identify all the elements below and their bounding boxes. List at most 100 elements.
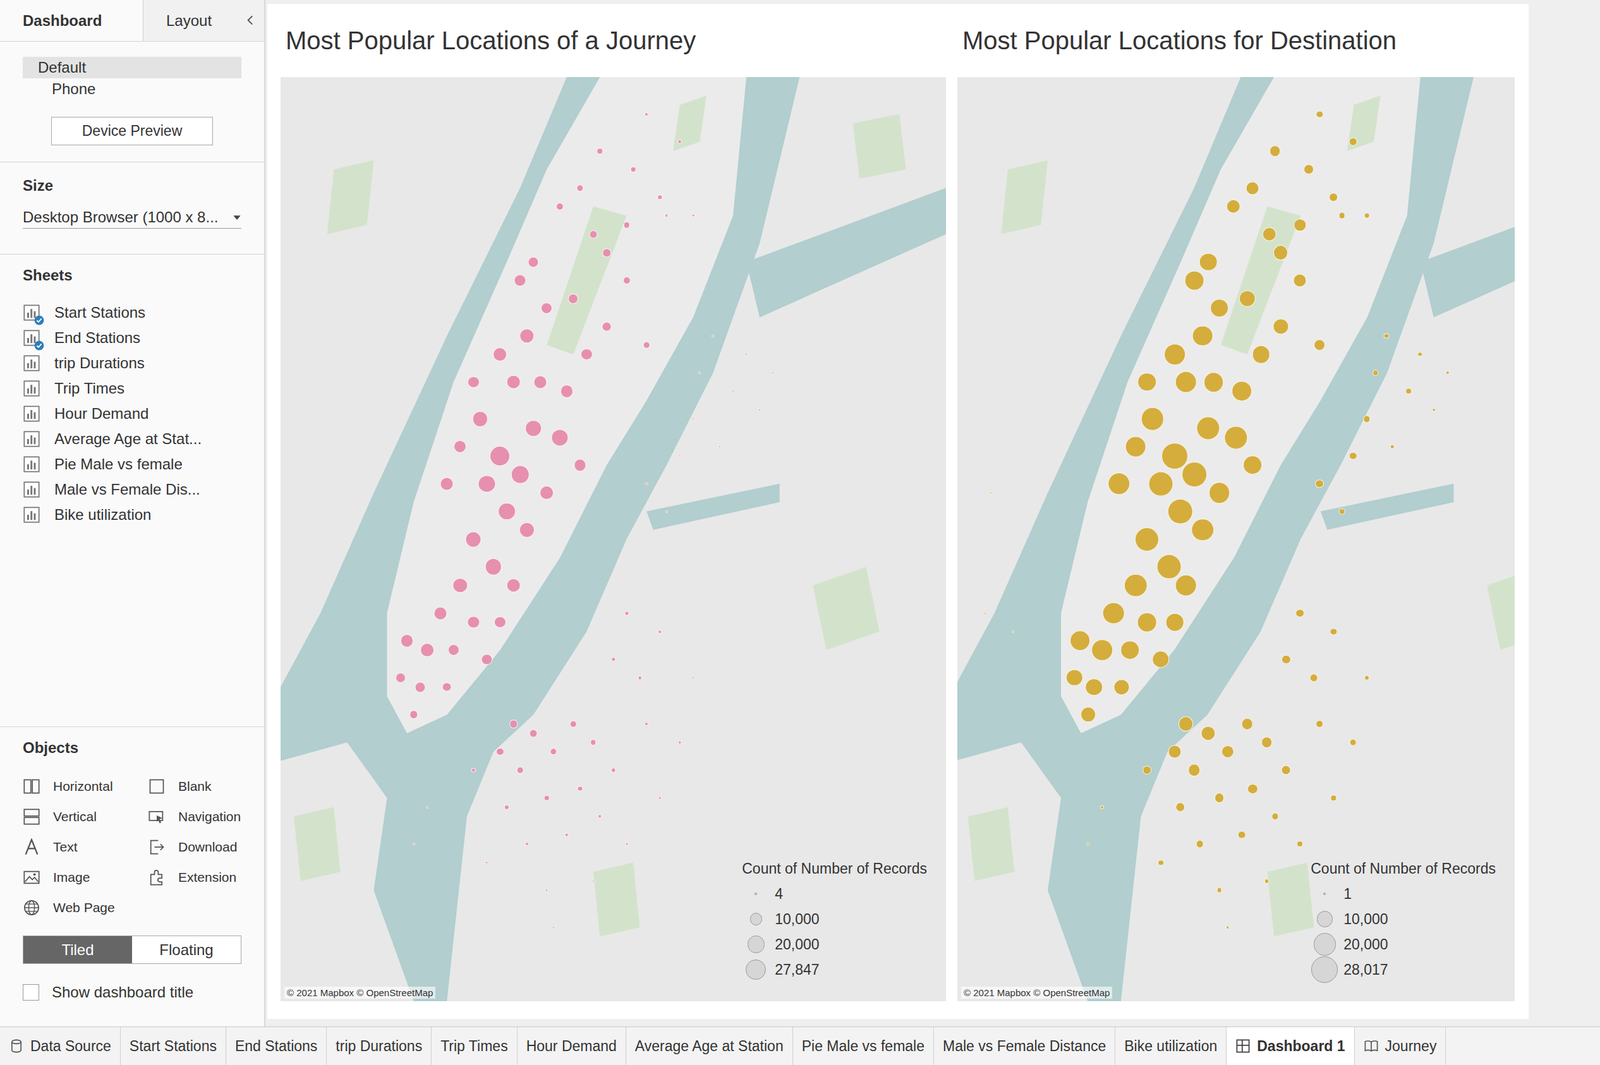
sheet-tab[interactable]: Male vs Female Distance bbox=[933, 1027, 1116, 1065]
station-bubble[interactable] bbox=[1086, 842, 1091, 847]
station-bubble[interactable] bbox=[1431, 408, 1436, 413]
station-bubble[interactable] bbox=[691, 214, 696, 218]
station-bubble[interactable] bbox=[1273, 245, 1289, 261]
station-bubble[interactable] bbox=[1264, 878, 1270, 885]
station-bubble[interactable] bbox=[983, 612, 987, 615]
station-bubble[interactable] bbox=[1216, 887, 1223, 894]
map-attribution[interactable]: © 2021 Mapbox © OpenStreetMap bbox=[961, 987, 1113, 1000]
sheet-tab[interactable]: Data Source bbox=[0, 1027, 121, 1065]
station-bubble[interactable] bbox=[1192, 325, 1214, 347]
station-bubble[interactable] bbox=[506, 374, 521, 390]
station-bubble[interactable] bbox=[1091, 639, 1113, 661]
station-bubble[interactable] bbox=[718, 445, 722, 449]
station-bubble[interactable] bbox=[425, 806, 429, 809]
station-bubble[interactable] bbox=[1296, 841, 1304, 848]
station-bubble[interactable] bbox=[552, 926, 555, 929]
station-bubble[interactable] bbox=[602, 248, 612, 258]
station-bubble[interactable] bbox=[1364, 212, 1370, 219]
sheet-tab[interactable]: Dashboard 1 bbox=[1226, 1027, 1355, 1065]
station-bubble[interactable] bbox=[664, 214, 669, 219]
station-bubble[interactable] bbox=[691, 417, 695, 421]
sheet-tab[interactable]: Average Age at Station bbox=[626, 1027, 794, 1065]
station-bubble[interactable] bbox=[1161, 442, 1188, 470]
object-item[interactable]: Extension bbox=[147, 862, 242, 893]
station-bubble[interactable] bbox=[1181, 461, 1207, 488]
station-bubble[interactable] bbox=[1338, 212, 1346, 220]
station-bubble[interactable] bbox=[588, 230, 598, 239]
sidebar-tab[interactable]: Dashboard bbox=[0, 0, 143, 42]
station-bubble[interactable] bbox=[525, 420, 542, 437]
station-bubble[interactable] bbox=[658, 796, 662, 800]
station-bubble[interactable] bbox=[395, 672, 406, 684]
station-bubble[interactable] bbox=[1208, 482, 1231, 505]
station-bubble[interactable] bbox=[433, 606, 447, 620]
station-bubble[interactable] bbox=[1281, 765, 1291, 776]
station-bubble[interactable] bbox=[677, 139, 682, 145]
station-bubble[interactable] bbox=[989, 491, 993, 495]
map[interactable]: © 2021 Mapbox © OpenStreetMap Count of N… bbox=[957, 77, 1515, 1002]
object-item[interactable]: Blank bbox=[147, 771, 242, 802]
station-bubble[interactable] bbox=[1406, 388, 1413, 395]
station-bubble[interactable] bbox=[509, 719, 519, 729]
station-bubble[interactable] bbox=[1203, 372, 1225, 393]
station-bubble[interactable] bbox=[1210, 298, 1230, 318]
device-option[interactable]: Default bbox=[22, 56, 242, 79]
station-bubble[interactable] bbox=[1069, 631, 1091, 652]
sheet-tab[interactable]: Journey bbox=[1354, 1027, 1447, 1065]
station-bubble[interactable] bbox=[1184, 271, 1204, 291]
station-bubble[interactable] bbox=[440, 477, 454, 491]
station-bubble[interactable] bbox=[506, 578, 521, 593]
object-item[interactable]: Vertical bbox=[22, 801, 148, 833]
object-item[interactable]: Text bbox=[22, 832, 148, 863]
sheet-tab[interactable]: Hour Demand bbox=[517, 1027, 627, 1065]
sheet-tab[interactable]: trip Durations bbox=[326, 1027, 432, 1065]
station-bubble[interactable] bbox=[1243, 456, 1263, 476]
station-bubble[interactable] bbox=[568, 293, 579, 304]
station-bubble[interactable] bbox=[529, 729, 538, 738]
station-bubble[interactable] bbox=[645, 482, 649, 486]
station-bubble[interactable] bbox=[465, 531, 482, 548]
station-bubble[interactable] bbox=[442, 682, 452, 692]
station-bubble[interactable] bbox=[1148, 471, 1173, 497]
station-bubble[interactable] bbox=[544, 795, 550, 802]
station-bubble[interactable] bbox=[597, 147, 604, 155]
station-bubble[interactable] bbox=[1102, 602, 1125, 625]
sheet-item[interactable]: Male vs Female Dis... bbox=[22, 477, 242, 503]
station-bubble[interactable] bbox=[1174, 370, 1197, 394]
station-bubble[interactable] bbox=[1309, 674, 1319, 683]
sheet-item[interactable]: Trip Times bbox=[22, 375, 242, 402]
station-bubble[interactable] bbox=[1114, 679, 1130, 696]
station-bubble[interactable] bbox=[1237, 830, 1246, 840]
station-bubble[interactable] bbox=[1261, 736, 1273, 749]
sheet-item[interactable]: Start Stations bbox=[22, 300, 242, 326]
station-bubble[interactable] bbox=[665, 510, 668, 514]
device-option[interactable]: Phone bbox=[22, 78, 242, 100]
station-bubble[interactable] bbox=[1137, 372, 1157, 392]
station-bubble[interactable] bbox=[1165, 613, 1185, 632]
station-bubble[interactable] bbox=[1157, 554, 1182, 580]
station-bubble[interactable] bbox=[420, 643, 435, 658]
sheet-tab[interactable]: End Stations bbox=[226, 1027, 327, 1065]
object-item[interactable]: Image bbox=[22, 862, 148, 893]
station-bubble[interactable] bbox=[412, 842, 416, 846]
station-bubble[interactable] bbox=[493, 347, 508, 362]
station-bubble[interactable] bbox=[485, 861, 489, 865]
station-bubble[interactable] bbox=[1293, 273, 1307, 287]
station-bubble[interactable] bbox=[1315, 720, 1324, 728]
station-bubble[interactable] bbox=[1167, 745, 1182, 759]
object-item[interactable]: Horizontal bbox=[22, 771, 148, 802]
station-bubble[interactable] bbox=[533, 375, 547, 389]
station-bubble[interactable] bbox=[1163, 343, 1186, 366]
station-bubble[interactable] bbox=[637, 676, 643, 681]
sidebar-tab[interactable]: Layout bbox=[142, 0, 265, 42]
collapse-chevron-icon[interactable] bbox=[243, 13, 258, 28]
station-bubble[interactable] bbox=[1315, 479, 1324, 489]
sheet-item[interactable]: Hour Demand bbox=[22, 401, 242, 427]
station-bubble[interactable] bbox=[1225, 925, 1230, 930]
station-bubble[interactable] bbox=[1174, 574, 1197, 597]
station-bubble[interactable] bbox=[1241, 718, 1254, 731]
sheet-tab[interactable]: Pie Male vs female bbox=[793, 1027, 934, 1065]
station-bubble[interactable] bbox=[1390, 444, 1395, 450]
station-bubble[interactable] bbox=[1364, 675, 1370, 681]
station-bubble[interactable] bbox=[1251, 345, 1271, 364]
